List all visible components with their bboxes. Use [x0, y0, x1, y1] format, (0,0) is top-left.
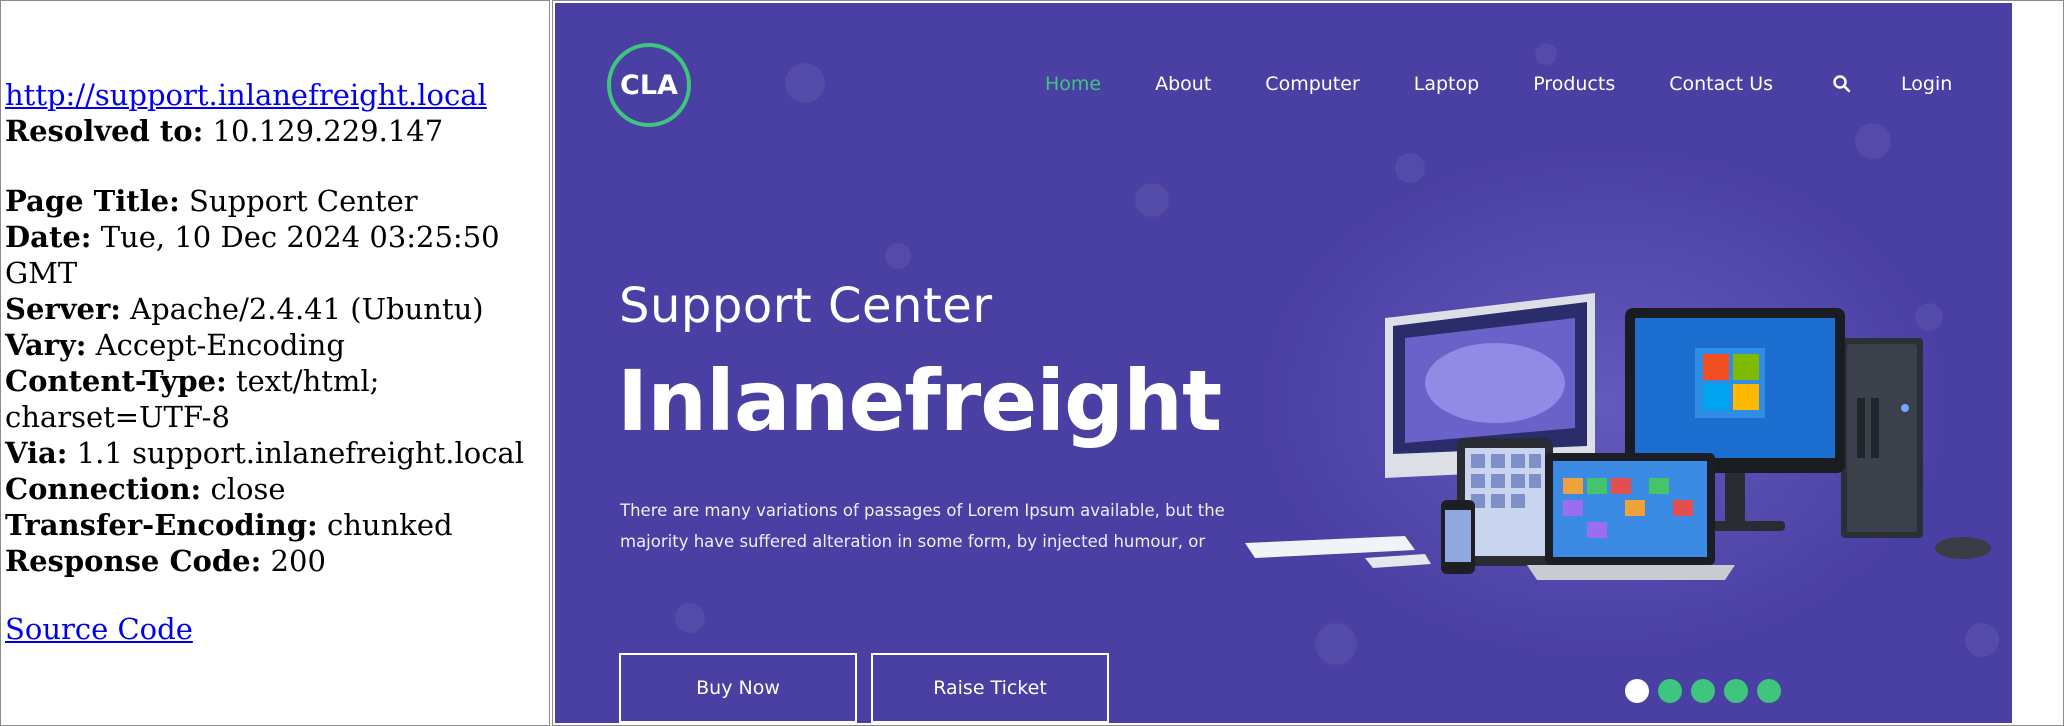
- via-line: Via: 1.1 support.inlanefreight.local: [5, 435, 549, 471]
- transfer-encoding-value: chunked: [317, 508, 453, 542]
- content-type-line: Content-Type: text/html;: [5, 363, 549, 399]
- transfer-encoding-label: Transfer-Encoding:: [5, 508, 318, 542]
- nav-contact-us[interactable]: Contact Us: [1669, 73, 1773, 95]
- date-value: Tue, 10 Dec 2024 03:25:50: [91, 220, 500, 254]
- server-label: Server:: [5, 292, 121, 326]
- vary-label: Vary:: [5, 328, 87, 362]
- resolved-value: 10.129.229.147: [203, 114, 444, 148]
- raise-ticket-button[interactable]: Raise Ticket: [871, 653, 1109, 723]
- hero-headline: Inlanefreight: [617, 352, 1222, 450]
- response-code-label: Response Code:: [5, 544, 262, 578]
- via-value: 1.1 support.inlanefreight.local: [67, 436, 524, 470]
- content-type-value: text/html;: [226, 364, 380, 398]
- resolved-line: Resolved to: 10.129.229.147: [5, 113, 549, 149]
- vary-line: Vary: Accept-Encoding: [5, 327, 549, 363]
- search-button[interactable]: [1827, 69, 1857, 99]
- search-icon: [1833, 75, 1851, 93]
- slide-dot-1[interactable]: [1625, 679, 1649, 703]
- buy-now-button[interactable]: Buy Now: [619, 653, 857, 723]
- resolved-label: Resolved to:: [5, 114, 204, 148]
- tower-icon: [1841, 338, 1923, 538]
- server-line: Server: Apache/2.4.41 (Ubuntu): [5, 291, 549, 327]
- source-code-link[interactable]: Source Code: [5, 611, 549, 647]
- slide-dot-5[interactable]: [1757, 679, 1781, 703]
- connection-line: Connection: close: [5, 471, 549, 507]
- nav-home[interactable]: Home: [1045, 73, 1101, 95]
- laptop-icon: [1527, 453, 1735, 580]
- response-code-line: Response Code: 200: [5, 543, 549, 579]
- devices-illustration: [1245, 293, 1991, 580]
- date-line-cont: GMT: [5, 256, 78, 290]
- nav-login[interactable]: Login: [1901, 73, 1952, 95]
- server-value: Apache/2.4.41 (Ubuntu): [120, 292, 484, 326]
- hero-blurb: There are many variations of passages of…: [620, 501, 1225, 551]
- slide-dot-4[interactable]: [1724, 679, 1748, 703]
- connection-value: close: [201, 472, 286, 506]
- content-type-label: Content-Type:: [5, 364, 227, 398]
- nav-about[interactable]: About: [1155, 73, 1211, 95]
- info-panel: http://support.inlanefreight.local Resol…: [0, 0, 550, 726]
- page-title-label: Page Title:: [5, 184, 180, 218]
- date-line: Date: Tue, 10 Dec 2024 03:25:50: [5, 219, 549, 255]
- content-type-line-cont: charset=UTF-8: [5, 400, 230, 434]
- nav-computer[interactable]: Computer: [1265, 73, 1359, 95]
- hero-kicker: Support Center: [619, 278, 993, 334]
- screenshot-frame: CLA Home About Computer Laptop Products …: [552, 0, 2064, 726]
- connection-label: Connection:: [5, 472, 202, 506]
- main-nav: Home About Computer Laptop Products Cont…: [1045, 69, 2006, 99]
- slider-dots: [1625, 679, 1790, 703]
- response-code-value: 200: [261, 544, 326, 578]
- site-url-link[interactable]: http://support.inlanefreight.local: [5, 77, 549, 113]
- page-title-line: Page Title: Support Center: [5, 183, 549, 219]
- site-logo[interactable]: CLA: [607, 43, 691, 127]
- via-label: Via:: [5, 436, 68, 470]
- logo-text: CLA: [620, 69, 678, 101]
- date-label: Date:: [5, 220, 92, 254]
- vary-value: Accept-Encoding: [86, 328, 345, 362]
- nav-laptop[interactable]: Laptop: [1414, 73, 1479, 95]
- nav-products[interactable]: Products: [1533, 73, 1615, 95]
- transfer-encoding-line: Transfer-Encoding: chunked: [5, 507, 549, 543]
- hero-section: CLA Home About Computer Laptop Products …: [555, 3, 2012, 723]
- page-title-value: Support Center: [179, 184, 418, 218]
- slide-dot-2[interactable]: [1658, 679, 1682, 703]
- slide-dot-3[interactable]: [1691, 679, 1715, 703]
